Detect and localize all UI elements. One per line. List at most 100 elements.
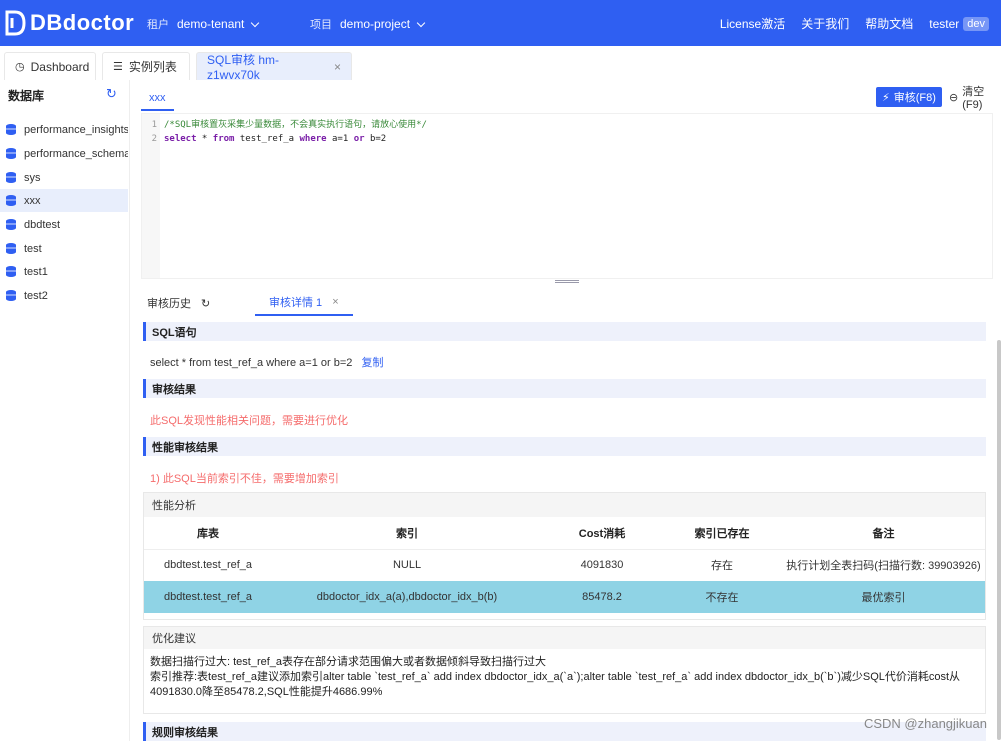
database-icon [6, 290, 16, 301]
keyword: from [212, 134, 235, 144]
nav-help[interactable]: 帮助文档 [865, 15, 913, 32]
perf-result-text: 1) 此SQL当前索引不佳，需要增加索引 [150, 473, 339, 485]
close-icon[interactable]: × [334, 60, 341, 74]
chevron-down-icon [416, 18, 426, 27]
tab-label: 审核历史 [147, 298, 191, 310]
nav-license[interactable]: License激活 [720, 15, 785, 32]
advice-title: 优化建议 [144, 627, 985, 649]
keyword: where [299, 134, 327, 144]
sidebar-item[interactable]: test1 [0, 260, 128, 283]
logo[interactable]: DBdoctor [4, 9, 134, 37]
tab-sql-audit[interactable]: SQL审核 hm-z1wvx70k × [196, 52, 352, 82]
code-text: b=2 [364, 134, 387, 144]
code-text: a=1 [326, 134, 354, 144]
database-icon [6, 219, 16, 230]
keyword: select [164, 134, 197, 144]
minus-circle-icon: ⊖ [949, 91, 959, 104]
top-header: DBdoctor 租户 demo-tenant 项目 demo-project … [0, 0, 1001, 46]
audit-result-text: 此SQL发现性能相关问题，需要进行优化 [150, 415, 349, 427]
list-icon: ☰ [113, 61, 123, 73]
resize-handle[interactable] [555, 280, 579, 283]
audit-button-label: 审核(F8) [893, 92, 936, 104]
table-cell: 执行计划全表扫码(扫描行数: 39903926) [786, 560, 981, 573]
sidebar-item-label: test2 [24, 289, 48, 302]
sidebar-item-label: xxx [24, 194, 41, 207]
line-gutter: 1 2 [142, 114, 160, 278]
copy-link[interactable]: 复制 [361, 357, 383, 369]
env-badge: dev [963, 16, 989, 31]
column-header: 备注 [782, 517, 985, 550]
tab-audit-history[interactable]: 审核历史 ↻ [147, 290, 210, 316]
page-tabs: ◷ Dashboard ☰ 实例列表 SQL审核 hm-z1wvx70k × [0, 52, 1001, 82]
code-text: test_ref_a [234, 134, 300, 144]
table-cell: dbdoctor_idx_a(a),dbdoctor_idx_b(b) [272, 581, 542, 613]
tab-label: Dashboard [30, 59, 90, 74]
editor-tab[interactable]: xxx [141, 87, 174, 111]
table-cell: dbdtest.test_ref_a [163, 559, 253, 572]
sidebar-item[interactable]: dbdtest [0, 213, 128, 236]
tab-label: SQL审核 hm-z1wvx70k [207, 53, 280, 82]
table-cell: 85478.2 [542, 581, 662, 613]
close-icon[interactable]: × [332, 296, 338, 308]
sql-text-line: select * from test_ref_a where a=1 or b=… [150, 354, 383, 370]
tab-label: 实例列表 [128, 60, 177, 74]
column-header: 索引 [272, 517, 542, 550]
database-icon [6, 124, 16, 135]
column-header: 库表 [144, 517, 272, 550]
database-icon [6, 195, 16, 206]
user-menu[interactable]: tester dev [929, 16, 989, 31]
audit-result-panel: 审核历史 ↻ 审核详情 1 × SQL语句 select * from test… [135, 286, 1001, 741]
tenant-selector[interactable]: 租户 demo-tenant [147, 16, 260, 32]
table-cell: 4091830 [580, 559, 624, 572]
clear-button[interactable]: ⊖ 清空(F9) [943, 86, 1001, 111]
sidebar-item-label: test [24, 242, 42, 255]
section-sql: SQL语句 [143, 322, 986, 341]
sidebar-item[interactable]: sys [0, 166, 128, 189]
table-cell: dbdtest.test_ref_a [144, 581, 272, 613]
sidebar-item[interactable]: test [0, 237, 128, 260]
sidebar-item[interactable]: performance_insights... [0, 118, 128, 141]
chevron-down-icon [251, 18, 260, 27]
refresh-icon[interactable]: ↻ [106, 86, 117, 102]
project-selector[interactable]: 项目 demo-project [310, 16, 426, 32]
database-icon [6, 172, 16, 183]
nav-about[interactable]: 关于我们 [801, 15, 849, 32]
database-icon [6, 266, 16, 277]
scrollbar[interactable] [997, 340, 1001, 740]
advice-line: 数据扫描行过大: test_ref_a表存在部分请求范围偏大或者数据倾斜导致扫描… [150, 656, 547, 668]
advice-body: 数据扫描行过大: test_ref_a表存在部分请求范围偏大或者数据倾斜导致扫描… [144, 649, 985, 706]
table-row-highlighted[interactable]: dbdtest.test_ref_a dbdoctor_idx_a(a),dbd… [144, 581, 985, 613]
line-number: 2 [151, 134, 157, 144]
tab-audit-detail[interactable]: 审核详情 1 × [255, 290, 353, 316]
audit-button[interactable]: ⚡ 审核(F8) [876, 87, 942, 107]
code-text: * [196, 134, 213, 144]
sql-text: select * from test_ref_a where a=1 or b=… [150, 357, 353, 369]
sidebar-item[interactable]: test2 [0, 284, 128, 307]
code-line-1: /*SQL审核置灰采集少量数据，不会真实执行语句，请放心使用*/ [164, 120, 427, 130]
top-nav: License激活 关于我们 帮助文档 tester dev [720, 15, 1001, 32]
tenant-label: 租户 [147, 19, 169, 31]
watermark: CSDN @zhangjikuan [863, 716, 987, 731]
sidebar-item-label: test1 [24, 265, 48, 278]
sidebar-item[interactable]: performance_schema... [0, 142, 128, 165]
refresh-icon[interactable]: ↻ [201, 297, 210, 310]
database-icon [6, 148, 16, 159]
code-line-2: select * from test_ref_a where a=1 or b=… [164, 132, 427, 146]
logo-icon [5, 10, 26, 36]
sidebar-item-selected[interactable]: xxx [0, 189, 128, 212]
advice-line: 4091830.0降至85478.2,SQL性能提升4686.99% [150, 686, 383, 698]
clear-button-label: 清空(F9) [962, 86, 985, 111]
lightning-icon: ⚡ [882, 91, 890, 104]
table-header-row: 库表 索引 Cost消耗 索引已存在 备注 [144, 517, 985, 550]
database-sidebar: 数据库 ↻ performance_insights... performanc… [0, 80, 130, 741]
tab-dashboard[interactable]: ◷ Dashboard [4, 52, 96, 80]
tab-label: 审核详情 1 [269, 297, 323, 309]
table-row[interactable]: dbdtest.test_ref_a NULL 4091830 存在 执行计划全… [144, 549, 985, 581]
tenant-value: demo-tenant [177, 17, 245, 31]
section-perf-result: 性能审核结果 [143, 437, 986, 456]
code-editor[interactable]: 1 2 /*SQL审核置灰采集少量数据，不会真实执行语句，请放心使用*/ sel… [141, 113, 993, 279]
sidebar-item-label: dbdtest [24, 218, 61, 231]
tab-instances[interactable]: ☰ 实例列表 [102, 52, 190, 80]
table-cell: NULL [392, 559, 422, 572]
database-icon [6, 243, 16, 254]
